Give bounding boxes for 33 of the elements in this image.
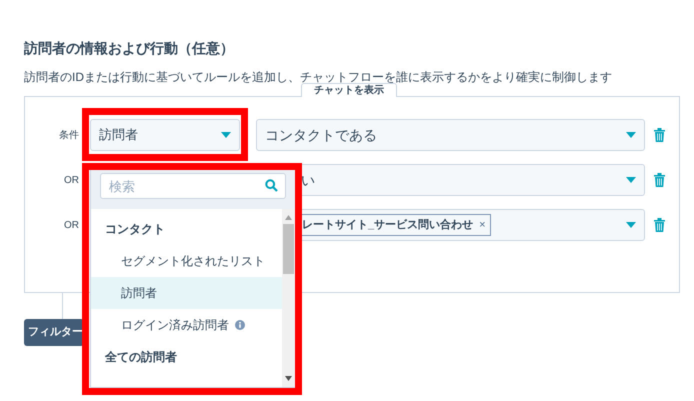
scroll-up-arrow-icon[interactable]	[285, 215, 292, 220]
search-field[interactable]: 検索	[100, 173, 286, 199]
dropdown-item[interactable]: 訪問者	[91, 277, 282, 309]
trash-icon[interactable]	[654, 128, 665, 142]
value-select[interactable]: コンタクトである	[256, 119, 645, 151]
scroll-down-arrow-icon[interactable]	[285, 376, 292, 381]
condition-label: OR	[63, 218, 80, 232]
tag-text: レートサイト_サービス問い合わせ	[302, 218, 474, 233]
property-select[interactable]: 訪問者	[90, 119, 240, 151]
trash-icon[interactable]	[654, 218, 665, 232]
caret-icon	[626, 132, 636, 138]
scrollbar-thumb[interactable]	[283, 224, 294, 274]
trash-icon[interactable]	[654, 173, 665, 187]
tab[interactable]: チャットを表示	[301, 83, 397, 97]
condition-label: 条件	[58, 128, 80, 142]
tag-remove-button[interactable]: ×	[479, 216, 486, 234]
caret-icon	[626, 222, 636, 228]
select-value: コンタクトである	[265, 126, 377, 144]
group-header: 全ての訪問者	[104, 349, 178, 366]
item-label: セグメント化されたリスト	[121, 253, 265, 270]
scrollbar[interactable]	[282, 209, 295, 387]
search-icon	[265, 179, 278, 192]
condition-label: OR	[63, 174, 80, 188]
group-header: コンタクト	[104, 221, 166, 238]
item-label: ログイン済み訪問者	[121, 317, 229, 334]
caret-icon	[626, 177, 636, 183]
select-value: い	[301, 170, 315, 190]
caret-icon	[221, 132, 231, 138]
item-label: 訪問者	[121, 285, 157, 302]
select-value: 訪問者	[99, 126, 138, 144]
section-title: 訪問者の情報および行動（任意）	[24, 39, 235, 58]
filter-button[interactable]: フィルター	[24, 319, 84, 346]
section-description: 訪問者のIDまたは行動に基づいてルールを追加し、チャットフローを誰に表示するかをより確実に制御します	[24, 69, 613, 84]
